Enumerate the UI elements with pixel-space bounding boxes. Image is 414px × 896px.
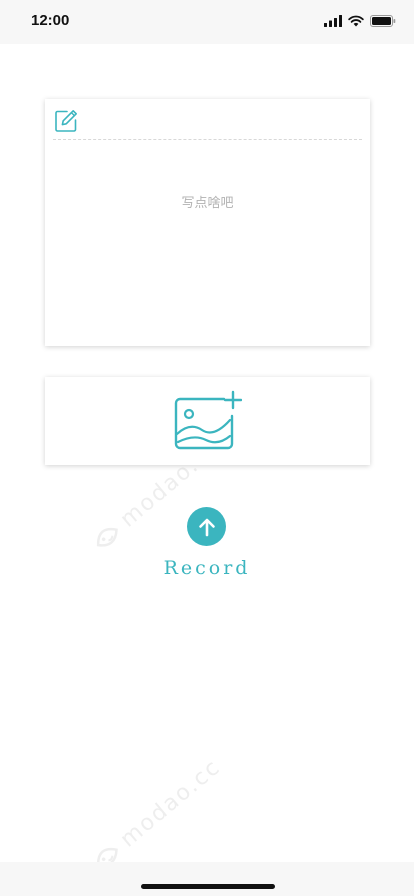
- watermark-logo-icon: [96, 527, 118, 547]
- battery-icon: [370, 15, 396, 27]
- add-image-icon[interactable]: [174, 390, 242, 452]
- text-entry-card[interactable]: 写点啥吧: [45, 99, 370, 346]
- cellular-signal-icon: [324, 15, 342, 27]
- status-time: 12:00: [31, 12, 70, 29]
- status-bar: 12:00: [0, 0, 414, 44]
- home-bar-area: [0, 862, 414, 896]
- record-label[interactable]: Record: [0, 557, 414, 579]
- text-placeholder[interactable]: 写点啥吧: [45, 192, 370, 211]
- arrow-up-icon: [198, 518, 215, 536]
- add-image-card[interactable]: [45, 377, 370, 465]
- home-indicator: [141, 884, 275, 889]
- dashed-divider: [53, 139, 362, 140]
- watermark-text: modao.cc: [115, 754, 226, 853]
- edit-icon[interactable]: [54, 109, 78, 133]
- status-icons: [324, 14, 396, 28]
- record-button[interactable]: [187, 507, 226, 546]
- wifi-icon: [348, 15, 364, 27]
